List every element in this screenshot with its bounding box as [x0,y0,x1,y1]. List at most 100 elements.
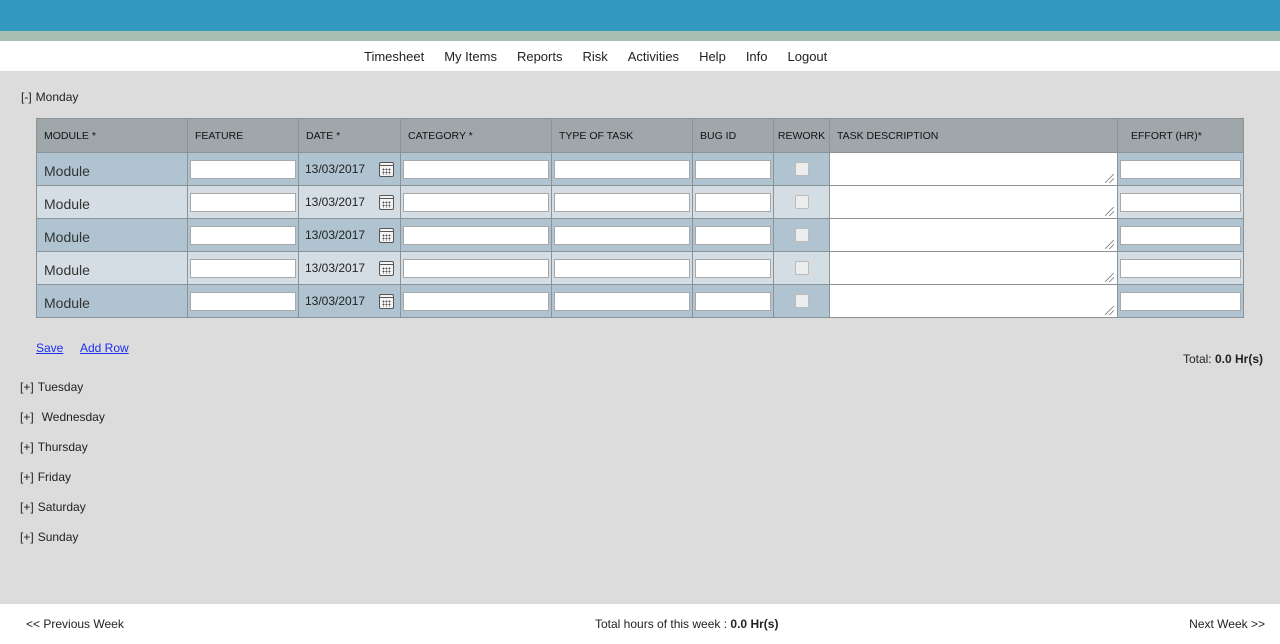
bug-id-input[interactable] [695,258,771,278]
col-header-category: CATEGORY * [400,118,552,153]
nav-info[interactable]: Info [736,49,778,64]
day-toggle-sunday[interactable]: [+] Sunday [20,530,78,544]
feature-input[interactable] [190,225,296,245]
feature-input[interactable] [190,291,296,311]
nav-timesheet[interactable]: Timesheet [354,49,434,64]
calendar-icon[interactable] [379,194,394,210]
nav-risk[interactable]: Risk [572,49,617,64]
day-toggle-friday[interactable]: [+] Friday [20,470,71,484]
day-total: Total: 0.0 Hr(s) [1183,352,1263,366]
date-value: 13/03/2017 [305,162,366,176]
table-row: Module 13/03/2017 [36,284,1244,318]
effort-input[interactable] [1120,225,1241,245]
effort-input[interactable] [1120,192,1241,212]
module-cell[interactable]: Module [36,152,188,186]
task-description-textarea[interactable] [829,185,1118,219]
table-header-row: MODULE * FEATURE DATE * CATEGORY * TYPE … [36,118,1244,153]
module-cell[interactable]: Module [36,284,188,318]
feature-input[interactable] [190,159,296,179]
type-of-task-input[interactable] [554,225,690,245]
bug-id-input[interactable] [695,225,771,245]
nav-help[interactable]: Help [689,49,736,64]
expand-toggle: [+] [20,410,34,424]
day-toggle-tuesday[interactable]: [+] Tuesday [20,380,83,394]
type-of-task-input[interactable] [554,192,690,212]
day-toggle-saturday[interactable]: [+] Saturday [20,500,86,514]
timesheet-table: MODULE * FEATURE DATE * CATEGORY * TYPE … [36,118,1244,318]
next-week-link[interactable]: Next Week >> [1189,617,1265,631]
week-total-label: Total hours of this week : [595,617,728,631]
resize-grip-icon[interactable] [1105,306,1114,315]
category-input[interactable] [403,258,549,278]
nav-activities[interactable]: Activities [618,49,689,64]
task-description-textarea[interactable] [829,284,1118,318]
col-header-effort: EFFORT (HR)* [1117,118,1244,153]
day-toggle-thursday[interactable]: [+] Thursday [20,440,88,454]
category-input[interactable] [403,192,549,212]
module-cell[interactable]: Module [36,185,188,219]
date-value: 13/03/2017 [305,261,366,275]
expand-toggle: [+] [20,440,34,454]
week-total-value: 0.0 Hr(s) [730,617,779,631]
table-row: Module 13/03/2017 [36,218,1244,252]
save-link[interactable]: Save [36,341,63,355]
module-cell[interactable]: Module [36,218,188,252]
top-banner [0,0,1280,31]
resize-grip-icon[interactable] [1105,240,1114,249]
type-of-task-input[interactable] [554,258,690,278]
resize-grip-icon[interactable] [1105,174,1114,183]
rework-checkbox[interactable] [794,294,809,308]
date-field[interactable]: 13/03/2017 [301,260,398,276]
date-value: 13/03/2017 [305,294,366,308]
day-toggle-monday[interactable]: [-] Monday [21,90,78,104]
date-field[interactable]: 13/03/2017 [301,161,398,177]
effort-input[interactable] [1120,258,1241,278]
bug-id-input[interactable] [695,159,771,179]
date-field[interactable]: 13/03/2017 [301,293,398,309]
footer-bar: << Previous Week Total hours of this wee… [0,604,1280,644]
task-description-textarea[interactable] [829,218,1118,252]
resize-grip-icon[interactable] [1105,273,1114,282]
collapse-toggle: [-] [21,90,32,104]
rework-checkbox[interactable] [794,261,809,275]
date-field[interactable]: 13/03/2017 [301,227,398,243]
calendar-icon[interactable] [379,227,394,243]
previous-week-link[interactable]: << Previous Week [26,617,124,631]
col-header-type-of-task: TYPE OF TASK [551,118,693,153]
type-of-task-input[interactable] [554,291,690,311]
category-input[interactable] [403,291,549,311]
day-label: Tuesday [37,380,84,394]
calendar-icon[interactable] [379,161,394,177]
effort-input[interactable] [1120,159,1241,179]
add-row-link[interactable]: Add Row [80,341,129,355]
task-description-textarea[interactable] [829,152,1118,186]
nav-bar: Timesheet My Items Reports Risk Activiti… [0,41,1280,71]
bug-id-input[interactable] [695,192,771,212]
rework-checkbox[interactable] [794,162,809,176]
rework-checkbox[interactable] [794,195,809,209]
date-field[interactable]: 13/03/2017 [301,194,398,210]
table-row: Module 13/03/2017 [36,185,1244,219]
day-total-label: Total: [1182,352,1212,366]
nav-reports[interactable]: Reports [507,49,573,64]
type-of-task-input[interactable] [554,159,690,179]
feature-input[interactable] [190,192,296,212]
task-description-textarea[interactable] [829,251,1118,285]
day-label: Wednesday [41,410,105,424]
calendar-icon[interactable] [379,293,394,309]
bug-id-input[interactable] [695,291,771,311]
date-value: 13/03/2017 [305,228,366,242]
table-row: Module 13/03/2017 [36,152,1244,186]
calendar-icon[interactable] [379,260,394,276]
rework-checkbox[interactable] [794,228,809,242]
nav-my-items[interactable]: My Items [434,49,507,64]
nav-logout[interactable]: Logout [778,49,838,64]
main-nav: Timesheet My Items Reports Risk Activiti… [354,41,837,71]
category-input[interactable] [403,225,549,245]
feature-input[interactable] [190,258,296,278]
day-toggle-wednesday[interactable]: [+] Wednesday [20,410,105,424]
category-input[interactable] [403,159,549,179]
module-cell[interactable]: Module [36,251,188,285]
resize-grip-icon[interactable] [1105,207,1114,216]
effort-input[interactable] [1120,291,1241,311]
